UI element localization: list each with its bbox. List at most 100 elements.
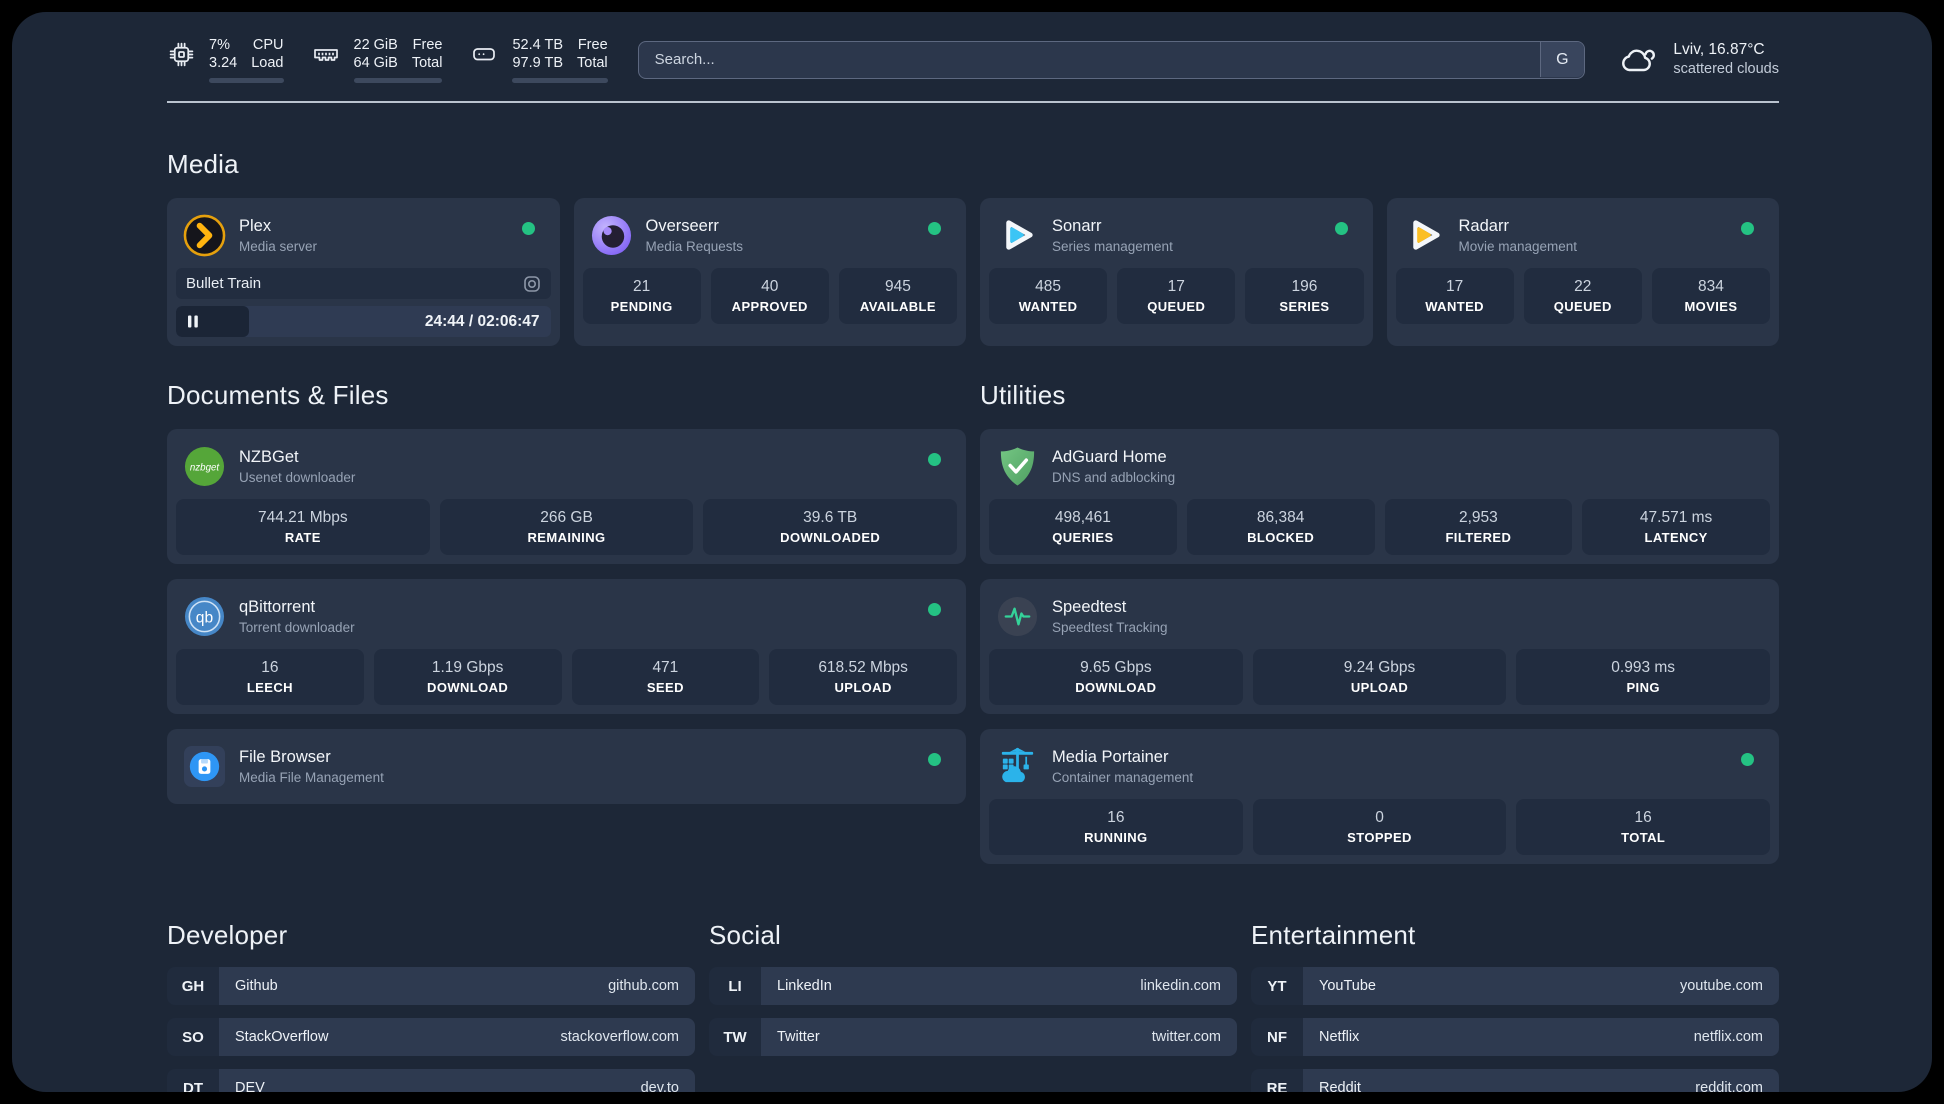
bookmark-url: stackoverflow.com	[560, 1029, 679, 1045]
load-label: Load	[251, 55, 284, 71]
disk-progress-bar	[512, 78, 608, 83]
search-input[interactable]	[637, 40, 1586, 79]
stat-download: 1.19 Gbps DOWNLOAD	[373, 649, 562, 705]
memory-metric: 22 GiB 64 GiB Free Total	[312, 36, 443, 83]
stat-queued: 22 QUEUED	[1523, 268, 1642, 324]
memory-progress-bar	[353, 78, 443, 83]
disk-total-value: 97.9 TB	[512, 55, 564, 71]
bookmark-name: LinkedIn	[777, 978, 832, 994]
app-desc: Speedtest Tracking	[1052, 619, 1168, 635]
bookmark-abbr: SO	[167, 1018, 219, 1056]
bookmark-abbr: YT	[1251, 967, 1303, 1005]
bookmark-url: linkedin.com	[1140, 978, 1221, 994]
bookmark-name: Netflix	[1319, 1029, 1360, 1045]
status-online-dot	[928, 453, 941, 466]
bookmark-github[interactable]: GH Github github.com	[167, 967, 695, 1005]
bookmark-netflix[interactable]: NF Netflix netflix.com	[1251, 1018, 1779, 1056]
app-name: Sonarr	[1052, 216, 1102, 235]
app-card-overseerr[interactable]: Overseerr Media Requests 21 PENDING 40 APP…	[573, 198, 966, 346]
plex-icon	[183, 214, 226, 257]
stat-latency: 47.571 ms LATENCY	[1582, 499, 1770, 555]
memory-total-label: Total	[411, 55, 443, 71]
app-desc: Torrent downloader	[239, 619, 355, 635]
nzbget-icon: nzbget	[183, 445, 226, 488]
movie-camera-icon	[523, 275, 541, 293]
weather-widget[interactable]: Lviv, 16.87°C scattered clouds	[1617, 40, 1779, 79]
app-card-nzbget[interactable]: nzbget NZBGet Usenet downloader 744.21 M…	[167, 429, 966, 564]
app-desc: Series management	[1052, 238, 1173, 254]
memory-total-value: 64 GiB	[353, 55, 398, 71]
stat-blocked: 86,384 BLOCKED	[1186, 499, 1375, 555]
filebrowser-icon	[183, 745, 226, 788]
sonarr-icon	[996, 214, 1039, 257]
bookmark-youtube[interactable]: YT YouTube youtube.com	[1251, 967, 1779, 1005]
bookmark-abbr: DT	[167, 1069, 219, 1092]
cpu-usage-value: 7%	[209, 37, 230, 53]
bookmark-name: StackOverflow	[235, 1029, 329, 1045]
app-card-sonarr[interactable]: Sonarr Series management 485 WANTED 17 QUE…	[980, 198, 1373, 346]
weather-condition: scattered clouds	[1673, 61, 1779, 77]
stat-approved: 40 APPROVED	[710, 268, 829, 324]
app-card-speedtest[interactable]: Speedtest Speedtest Tracking 9.65 Gbps DO…	[980, 579, 1779, 714]
cpu-progress-bar	[209, 78, 284, 83]
bookmark-twitter[interactable]: TW Twitter twitter.com	[709, 1018, 1237, 1056]
dashboard: 7% 3.24 CPU Load 22 GiB 64 GiB Free Total	[12, 12, 1932, 1092]
search-engine-button[interactable]: G	[1539, 42, 1584, 77]
app-desc: Usenet downloader	[239, 469, 356, 485]
app-desc: Media Requests	[645, 238, 744, 254]
stat-wanted: 17 WANTED	[1395, 268, 1514, 324]
bookmark-name: DEV	[235, 1080, 265, 1092]
stat-ping: 0.993 ms PING	[1516, 649, 1771, 705]
now-playing-title: Bullet Train	[186, 275, 262, 292]
bookmark-name: Github	[235, 978, 278, 994]
svg-text:qb: qb	[196, 609, 214, 626]
stat-pending: 21 PENDING	[582, 268, 701, 324]
app-card-qbittorrent[interactable]: qb qBittorrent Torrent downloader 16 LEEC…	[167, 579, 966, 714]
status-online-dot	[928, 222, 941, 235]
status-online-dot	[1741, 753, 1754, 766]
app-desc: Movie management	[1458, 238, 1578, 254]
app-name: Media Portainer	[1052, 747, 1169, 766]
bookmark-reddit[interactable]: RE Reddit reddit.com	[1251, 1069, 1779, 1092]
weather-location-temp: Lviv, 16.87°C	[1673, 41, 1765, 58]
disk-icon	[470, 40, 498, 68]
app-card-adguard[interactable]: AdGuard Home DNS and adblocking 498,461 Q…	[980, 429, 1779, 564]
stat-series: 196 SERIES	[1245, 268, 1364, 324]
disk-total-label: Total	[577, 55, 608, 71]
status-online-dot	[1334, 222, 1348, 235]
section-title-developer: Developer	[167, 920, 288, 950]
stat-queued: 17 QUEUED	[1117, 268, 1236, 324]
app-card-portainer[interactable]: Media Portainer Container management 16 R…	[980, 729, 1779, 864]
bookmark-abbr: TW	[709, 1018, 761, 1056]
now-playing-row: Bullet Train	[176, 268, 551, 299]
adguard-icon	[996, 445, 1039, 488]
stat-seed: 471 SEED	[571, 649, 760, 705]
top-bar: 7% 3.24 CPU Load 22 GiB 64 GiB Free Total	[167, 36, 1779, 83]
bookmark-url: github.com	[608, 978, 679, 994]
stat-queries: 498,461 QUERIES	[989, 499, 1177, 555]
section-title-media: Media	[167, 149, 239, 179]
stat-rate: 744.21 Mbps RATE	[176, 499, 430, 555]
stat-wanted: 485 WANTED	[989, 268, 1108, 324]
radarr-icon	[1403, 214, 1446, 257]
qbittorrent-icon: qb	[183, 595, 226, 638]
status-online-dot	[521, 222, 535, 235]
cpu-icon	[167, 40, 195, 68]
playback-progress-bar[interactable]: 24:44 / 02:06:47	[176, 306, 551, 337]
app-card-radarr[interactable]: Radarr Movie management 17 WANTED 22 QUEUE…	[1386, 198, 1779, 346]
app-name: Plex	[239, 216, 272, 235]
disk-metric: 52.4 TB 97.9 TB Free Total	[470, 36, 608, 83]
playback-time: 24:44 / 02:06:47	[424, 312, 540, 330]
bookmark-abbr: GH	[167, 967, 219, 1005]
bookmark-name: Reddit	[1319, 1080, 1361, 1092]
app-card-plex[interactable]: Plex Media server Bullet Train 24:44 / 0…	[167, 198, 560, 346]
bookmark-linkedin[interactable]: LI LinkedIn linkedin.com	[709, 967, 1237, 1005]
app-desc: DNS and adblocking	[1052, 469, 1176, 485]
bookmark-stackoverflow[interactable]: SO StackOverflow stackoverflow.com	[167, 1018, 695, 1056]
app-card-filebrowser[interactable]: File Browser Media File Management	[167, 729, 966, 804]
bookmark-dev[interactable]: DT DEV dev.to	[167, 1069, 695, 1092]
bookmark-abbr: LI	[709, 967, 761, 1005]
app-name: qBittorrent	[239, 597, 316, 616]
stat-running: 16 RUNNING	[989, 799, 1243, 855]
app-desc: Container management	[1052, 769, 1194, 785]
